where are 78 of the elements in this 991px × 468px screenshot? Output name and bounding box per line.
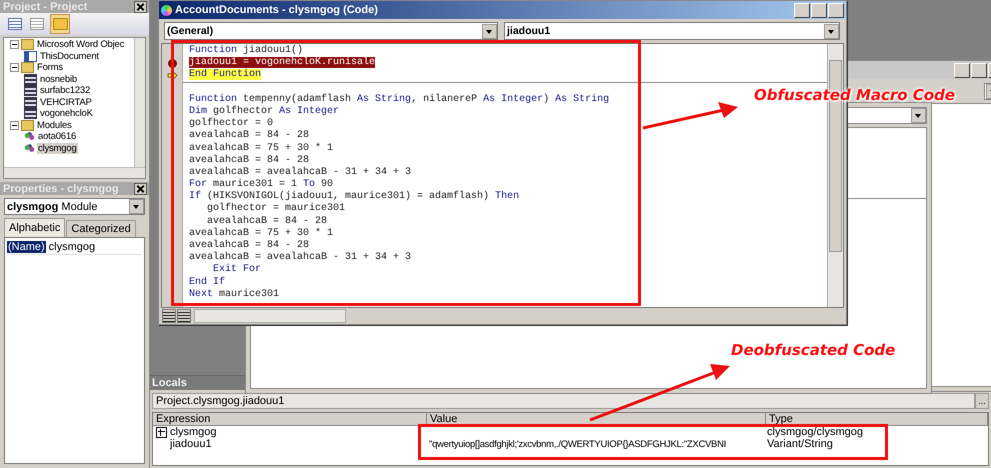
scrollbar[interactable]	[134, 38, 145, 167]
expand-icon[interactable]	[156, 426, 167, 438]
code-line: avealahcaB = 84 - 28	[189, 130, 310, 142]
code-line: golfhector = 0	[189, 118, 274, 130]
tree-item[interactable]: aota0616	[37, 131, 78, 142]
code-line: Function jiadouu1()	[189, 45, 304, 56]
caret-icon	[129, 199, 144, 214]
tab[interactable]: Categorized	[66, 220, 136, 237]
tree-item[interactable]: clysmgog	[37, 142, 78, 154]
code-line: Dim golfhector As Integer	[189, 106, 340, 117]
collapse-icon[interactable]	[10, 40, 19, 50]
code-line: avealahcaB = avealahcaB - 31 + 34 + 3	[189, 166, 412, 178]
object-dropdown[interactable]: clysmgog Module	[4, 198, 145, 215]
form-icon	[24, 96, 37, 108]
column-header[interactable]: Expression	[153, 413, 427, 426]
call-stack-button[interactable]: ...	[975, 393, 989, 409]
object-dropdown[interactable]: (General)	[164, 22, 498, 40]
form-icon	[24, 85, 37, 96]
procedure-view-icon[interactable]	[162, 309, 176, 323]
view-object-icon[interactable]	[28, 15, 46, 33]
module-view-icon[interactable]	[177, 309, 191, 323]
scrollbar[interactable]	[4, 167, 145, 178]
panel-title: Locals	[152, 377, 187, 389]
code-line: avealahcaB = avealahcaB - 31 + 34 + 3	[189, 252, 412, 264]
column-header[interactable]: Value	[427, 413, 766, 426]
window-title: AccountDocuments - clysmgog (Code)	[175, 4, 379, 16]
caret-icon	[911, 108, 926, 123]
tree-item[interactable]: vogonehcloK	[39, 108, 94, 120]
tree-item[interactable]: VEHCIRTAP	[39, 96, 93, 108]
form-icon	[24, 108, 37, 120]
code-line: avealahcaB = 84 - 28	[189, 154, 310, 166]
code-line: avealahcaB = 84 - 28	[206, 216, 328, 227]
collapse-icon[interactable]	[10, 120, 19, 130]
tree-item[interactable]: Microsoft Word Objec	[36, 39, 126, 50]
procedure-dropdown[interactable]: jiadouu1	[504, 22, 840, 40]
caret-icon	[482, 24, 497, 38]
code-line: golfhector = maurice301	[206, 203, 346, 214]
module-icon	[24, 144, 35, 153]
collapse-icon[interactable]	[10, 63, 19, 72]
code-line: Function tempenny(adamflash As String, nilanereP As Integer) As String	[189, 94, 610, 105]
document-icon	[24, 50, 37, 62]
scrollbar[interactable]	[194, 309, 346, 323]
property-value[interactable]: clysmgog	[48, 241, 96, 253]
code-line: End If	[189, 276, 226, 288]
code-line: For maurice301 = 1 To 90	[189, 179, 334, 190]
tree-item[interactable]: nosnebib	[39, 74, 78, 85]
table-cell: Variant/String	[767, 438, 833, 450]
annotation-label: Deobfuscated Code	[731, 341, 896, 359]
code-line: If (HIKSVONIGOL(jiadouu1, maurice301) = adamflash) Then	[189, 191, 520, 202]
context-field: Project.clysmgog.jiadouu1	[152, 393, 975, 409]
code-line: avealahcaB = 75 + 30 * 1	[189, 228, 334, 239]
panel-title: Project - Project	[3, 0, 88, 12]
tree-item[interactable]: ThisDocument	[39, 50, 100, 62]
code-line: avealahcaB = 75 + 30 * 1	[189, 142, 334, 154]
code-line: Next maurice301	[189, 288, 280, 300]
folder-icon[interactable]	[50, 14, 70, 34]
code-window-icon	[161, 4, 172, 16]
dropdown[interactable]	[846, 107, 927, 124]
tab[interactable]: Alphabetic	[4, 218, 66, 237]
property-name[interactable]: (Name)	[7, 241, 46, 253]
code-line: avealahcaB = 84 - 28	[189, 240, 310, 251]
table-cell: clysmgog	[170, 426, 216, 438]
folder-icon	[21, 120, 34, 131]
folder-icon	[21, 39, 34, 50]
column-header[interactable]: Type	[766, 413, 988, 426]
code-line: Exit For	[212, 264, 262, 276]
view-code-icon[interactable]	[6, 15, 24, 33]
tree-item[interactable]: surfabc1232	[39, 85, 92, 96]
tree-item[interactable]: Modules	[36, 120, 73, 131]
table-cell: jiadouu1	[170, 438, 212, 450]
folder-icon	[21, 62, 34, 74]
table-cell: "qwertyuiop[]asdfghjkl;'zxcvbnm,./QWERTYUIOP{}ASDFGHJKL:"ZXCVBNI	[429, 438, 726, 450]
module-icon	[24, 132, 35, 142]
caret-icon	[824, 24, 839, 38]
tree-item[interactable]: Forms	[36, 62, 64, 74]
form-icon	[24, 74, 37, 85]
table-cell: clysmgog/clysmgog	[767, 426, 863, 438]
panel-title: Properties - clysmgog	[3, 182, 119, 194]
